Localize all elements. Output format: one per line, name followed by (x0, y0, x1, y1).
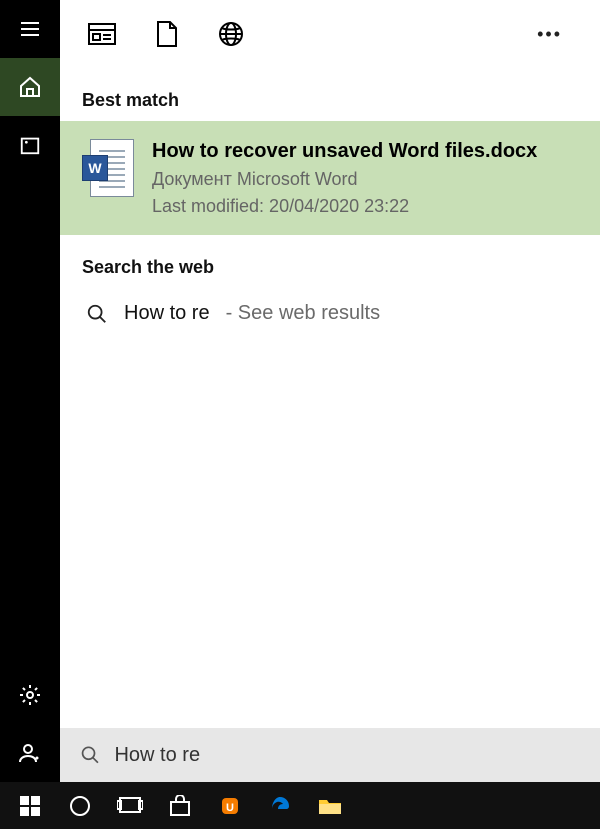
account-button[interactable] (0, 724, 60, 782)
section-best-match-label: Best match (60, 68, 600, 121)
cortana-button[interactable] (58, 786, 102, 826)
user-icon (18, 741, 42, 765)
file-explorer-button[interactable] (308, 786, 352, 826)
store-icon (169, 795, 191, 817)
folder-icon (318, 796, 342, 816)
edge-button[interactable] (258, 786, 302, 826)
home-icon (18, 75, 42, 99)
taskbar: U (0, 782, 600, 829)
settings-button[interactable] (0, 666, 60, 724)
filter-web-button[interactable] (218, 21, 244, 47)
store-button[interactable] (158, 786, 202, 826)
search-input[interactable] (114, 744, 580, 767)
search-icon (86, 303, 108, 325)
word-document-icon: W (82, 139, 134, 199)
search-box[interactable] (60, 728, 600, 782)
start-button[interactable] (8, 786, 52, 826)
cortana-icon (69, 795, 91, 817)
filter-all-button[interactable] (88, 22, 116, 46)
news-icon (88, 22, 116, 46)
photos-icon (19, 134, 41, 156)
browser-button[interactable]: U (208, 786, 252, 826)
best-match-text: How to recover unsaved Word files.docx Д… (152, 139, 537, 217)
web-query-text: How to re (124, 302, 210, 325)
best-match-result[interactable]: W How to recover unsaved Word files.docx… (60, 121, 600, 235)
search-sidebar (0, 0, 60, 782)
document-icon (156, 20, 178, 48)
search-icon (80, 744, 100, 766)
filter-documents-button[interactable] (156, 20, 178, 48)
browser-icon: U (219, 795, 241, 817)
web-hint-text: - See web results (226, 302, 381, 325)
edge-icon (269, 795, 291, 817)
hamburger-button[interactable] (0, 0, 60, 58)
taskview-icon (117, 796, 143, 816)
best-match-subtitle: Документ Microsoft Word (152, 169, 537, 190)
section-web-label: Search the web (60, 235, 600, 288)
best-match-title: How to recover unsaved Word files.docx (152, 139, 537, 163)
scope-home-button[interactable] (0, 58, 60, 116)
menu-icon (18, 17, 42, 41)
taskview-button[interactable] (108, 786, 152, 826)
svg-text:U: U (226, 802, 234, 814)
filter-bar: ••• (60, 0, 600, 68)
gear-icon (18, 683, 42, 707)
globe-icon (218, 21, 244, 47)
more-options-button[interactable]: ••• (537, 24, 562, 45)
results-blank-area (60, 339, 600, 728)
search-panel: ••• Best match W How to recover unsaved … (60, 0, 600, 782)
windows-icon (20, 796, 40, 816)
web-result-row[interactable]: How to re - See web results (60, 288, 600, 339)
scope-photos-button[interactable] (0, 116, 60, 174)
best-match-meta: Last modified: 20/04/2020 23:22 (152, 196, 537, 217)
